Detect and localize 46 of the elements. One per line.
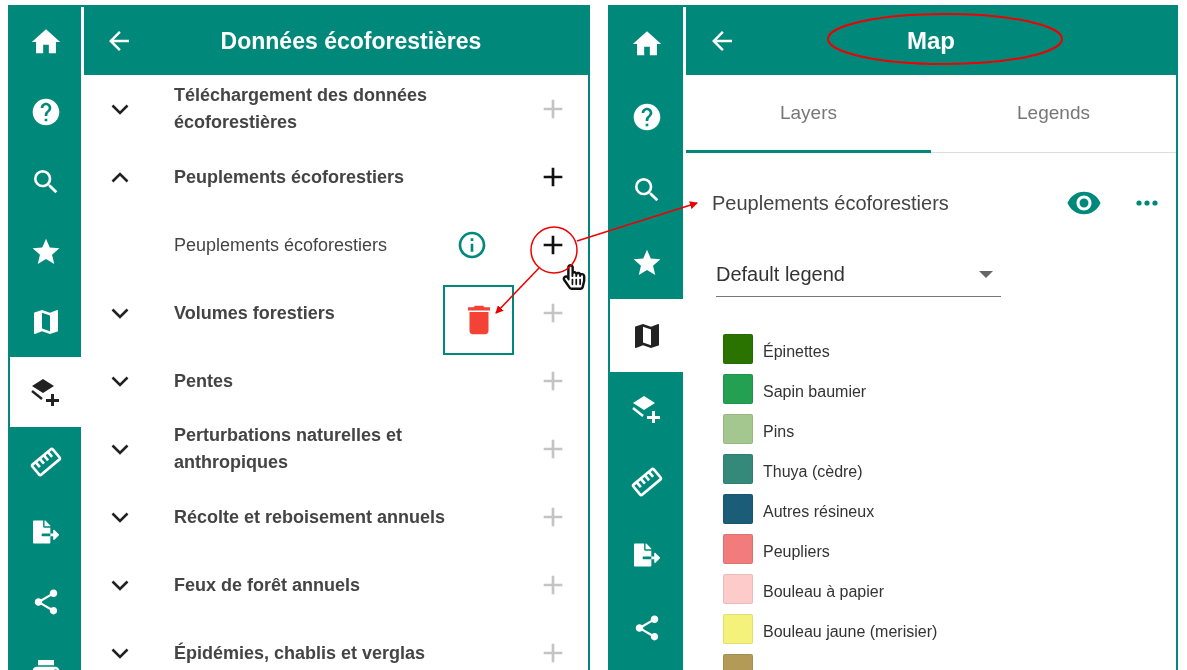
tab[interactable]: Layers xyxy=(686,75,931,153)
more-button[interactable] xyxy=(1136,200,1158,206)
group-label: Volumes forestiers xyxy=(174,301,335,325)
legend-label: Bouleau à papier xyxy=(763,581,884,601)
chevron-down-icon xyxy=(111,307,129,319)
panel-title: Map xyxy=(907,27,955,55)
panel-title: Données écoforestières xyxy=(220,27,482,55)
highlight-circle xyxy=(530,226,578,274)
more-icon xyxy=(1136,200,1158,206)
group-label: Pentes xyxy=(174,369,234,393)
legend-label: Pins xyxy=(763,421,795,441)
group-label: Peuplements écoforestiers xyxy=(174,165,405,189)
group-label: Épidémies, chablis et verglas xyxy=(174,641,426,665)
legend-label: Épinettes xyxy=(763,341,830,361)
sidebar-button[interactable] xyxy=(10,357,81,427)
add-layer-icon xyxy=(631,394,662,423)
chevron-down-icon xyxy=(111,443,129,455)
legend-label: Sapin baumier xyxy=(763,381,867,401)
file-export-icon xyxy=(32,519,59,545)
file-export-icon xyxy=(633,541,660,568)
add-layer-icon xyxy=(30,378,61,406)
info-icon[interactable] xyxy=(456,229,488,261)
layer-name: Peuplements écoforestiers xyxy=(712,191,950,215)
chevron-down-icon xyxy=(111,103,129,115)
chevron-up-icon xyxy=(111,171,129,183)
expand-toggle[interactable] xyxy=(111,171,129,183)
chevron-down-icon xyxy=(111,647,129,659)
chevron-down-icon xyxy=(111,579,129,591)
legend-dropdown[interactable]: Default legend xyxy=(716,253,1001,297)
group-label: Téléchargement des données écoforestières xyxy=(174,84,429,134)
legend-label: Autres résineux xyxy=(763,501,875,521)
group-label: Récolte et reboisement annuels xyxy=(174,505,446,529)
tab[interactable]: Legends xyxy=(931,75,1176,153)
legend-label: Peupliers xyxy=(763,541,830,561)
sidebar-button[interactable] xyxy=(610,299,683,372)
hand-cursor-icon xyxy=(561,264,587,290)
annotation-arrow xyxy=(495,267,540,314)
delete-button[interactable] xyxy=(443,285,514,355)
chevron-down-icon xyxy=(111,511,129,523)
chevron-down-icon xyxy=(111,375,129,387)
legend-label: Bouleau jaune (merisier) xyxy=(763,621,938,641)
layer-label: Peuplements écoforestiers xyxy=(174,233,388,257)
group-label: Perturbations naturelles et anthropiques xyxy=(174,424,404,474)
group-label: Feux de forêt annuels xyxy=(174,573,361,597)
dropdown-caret-icon xyxy=(979,271,993,278)
legend-label: Thuya (cèdre) xyxy=(763,461,863,481)
